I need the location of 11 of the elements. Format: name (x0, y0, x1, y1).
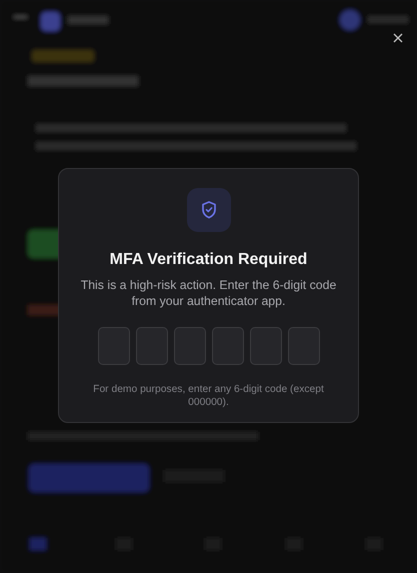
code-digit-field[interactable] (288, 327, 320, 365)
shield-check-icon (186, 188, 230, 232)
code-digit-field[interactable] (98, 327, 130, 365)
code-digit-field[interactable] (136, 327, 168, 365)
hint-text: For demo purposes, enter any 6-digit code (except 000000). (92, 384, 325, 409)
code-digit-field[interactable] (174, 327, 206, 365)
close-icon (393, 33, 403, 43)
code-digit-field[interactable] (250, 327, 282, 365)
dialog-title: MFA Verification Required (110, 251, 308, 269)
code-digit-field[interactable] (212, 327, 244, 365)
dialog-message: This is a high-risk action. Enter the 6-digit code from your authenticator app. (80, 277, 338, 309)
